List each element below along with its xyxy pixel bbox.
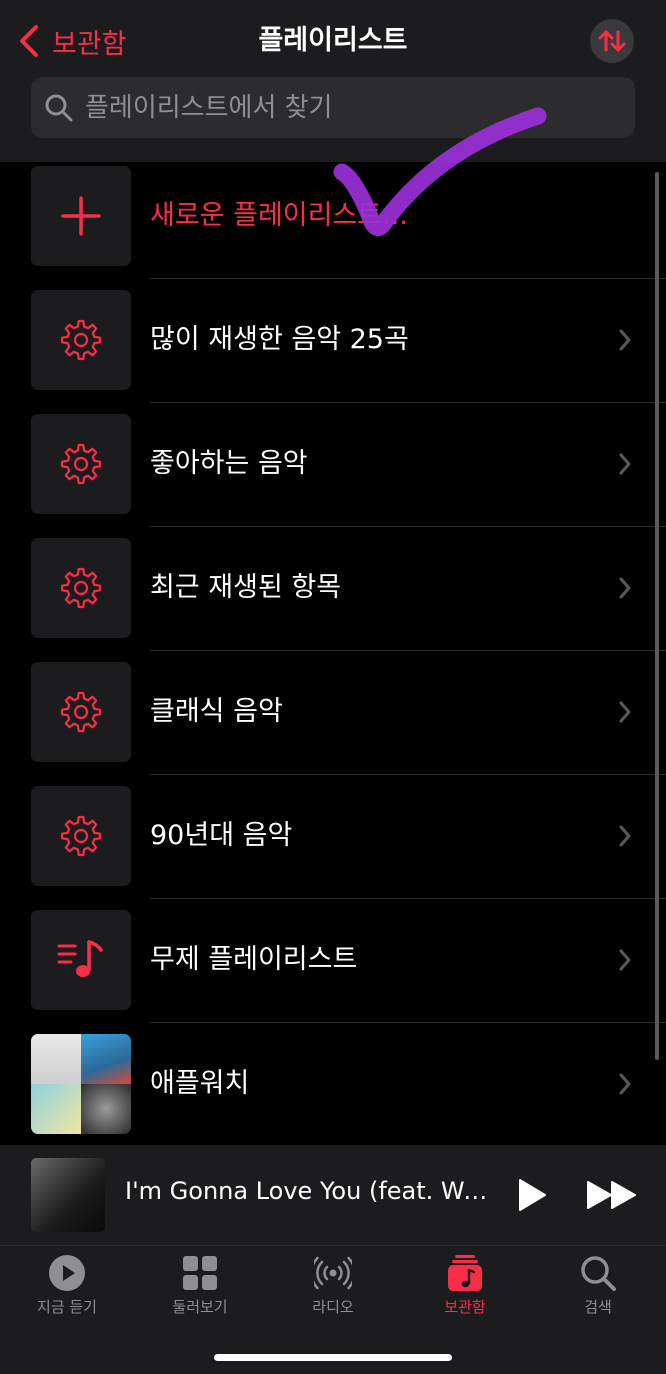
divider	[150, 898, 666, 899]
divider	[150, 650, 666, 651]
album-mosaic-thumb	[31, 1034, 131, 1134]
gear-icon	[60, 567, 102, 609]
tab-search[interactable]: 검색	[543, 1254, 653, 1317]
music-list-icon	[57, 940, 103, 977]
list-item[interactable]: 최근 재생된 항목	[0, 536, 666, 660]
playlist-thumb	[31, 910, 131, 1010]
chevron-right-icon	[619, 453, 631, 475]
nav-header: 보관함 플레이리스트	[0, 0, 666, 162]
tab-label: 둘러보기	[172, 1298, 228, 1316]
chevron-right-icon	[619, 825, 631, 847]
list-item[interactable]: 많이 재생한 음악 25곡	[0, 288, 666, 412]
gear-icon	[60, 443, 102, 485]
chevron-right-icon	[619, 329, 631, 351]
search-bar[interactable]	[31, 76, 635, 139]
play-icon[interactable]	[516, 1177, 548, 1213]
mini-player[interactable]: I'm Gonna Love You (feat. Wo...	[0, 1145, 666, 1246]
album-art	[81, 1084, 131, 1134]
album-art	[31, 1084, 81, 1134]
tab-label: 검색	[584, 1298, 612, 1316]
radio-icon	[314, 1256, 352, 1290]
list-item[interactable]: 클래식 음악	[0, 660, 666, 784]
search-input[interactable]	[83, 76, 635, 139]
library-icon	[448, 1255, 482, 1291]
list-item-label: 좋아하는 음악	[150, 448, 308, 479]
chevron-right-icon	[619, 1073, 631, 1095]
smart-playlist-thumb	[31, 414, 131, 514]
smart-playlist-thumb	[31, 662, 131, 762]
divider	[150, 1022, 666, 1023]
smart-playlist-thumb	[31, 538, 131, 638]
divider	[150, 278, 666, 279]
smart-playlist-thumb	[31, 290, 131, 390]
list-item[interactable]: 애플워치	[0, 1032, 666, 1145]
list-item-label: 새로운 플레이리스트...	[150, 200, 408, 231]
search-icon	[581, 1256, 616, 1291]
chevron-right-icon	[619, 701, 631, 723]
sort-arrows-icon	[598, 30, 626, 52]
now-playing-title: I'm Gonna Love You (feat. Wo...	[125, 1177, 497, 1205]
grid-icon	[183, 1256, 217, 1290]
chevron-right-icon	[619, 577, 631, 599]
gear-icon	[60, 691, 102, 733]
list-item[interactable]: 90년대 음악	[0, 784, 666, 908]
gear-icon	[60, 815, 102, 857]
divider	[150, 402, 666, 403]
sort-button[interactable]	[590, 19, 634, 63]
list-item-label: 클래식 음악	[150, 696, 283, 727]
tab-browse[interactable]: 둘러보기	[145, 1254, 255, 1317]
list-item[interactable]: 무제 플레이리스트	[0, 908, 666, 1032]
gear-icon	[60, 319, 102, 361]
plus-icon	[61, 196, 101, 236]
list-item-label: 최근 재생된 항목	[150, 572, 342, 603]
list-item-label: 많이 재생한 음악 25곡	[150, 324, 409, 355]
tab-listen-now[interactable]: 지금 듣기	[12, 1254, 122, 1317]
list-item[interactable]: 좋아하는 음악	[0, 412, 666, 536]
tab-library[interactable]: 보관함	[410, 1254, 520, 1317]
scrollbar[interactable]	[655, 172, 659, 1060]
album-art	[81, 1034, 131, 1084]
album-art	[31, 1034, 81, 1084]
chevron-right-icon	[619, 949, 631, 971]
divider	[150, 526, 666, 527]
new-playlist-thumb	[31, 166, 131, 266]
tab-label: 지금 듣기	[37, 1298, 97, 1316]
search-icon	[45, 94, 73, 121]
album-mosaic	[31, 1034, 131, 1134]
play-circle-icon	[49, 1255, 85, 1291]
divider	[150, 774, 666, 775]
tab-label: 라디오	[312, 1298, 354, 1316]
list-item-label: 애플워치	[150, 1068, 250, 1099]
page-title: 플레이리스트	[258, 25, 408, 56]
list-item-label: 무제 플레이리스트	[150, 944, 358, 975]
now-playing-artwork	[31, 1158, 105, 1232]
new-playlist-row[interactable]: 새로운 플레이리스트...	[0, 164, 666, 288]
smart-playlist-thumb	[31, 786, 131, 886]
playlist-list: 새로운 플레이리스트... 많이 재생한 음악 25곡 좋아하는 음악 최근 재…	[0, 162, 666, 1145]
fast-forward-icon[interactable]	[586, 1179, 638, 1211]
tab-radio[interactable]: 라디오	[278, 1254, 388, 1317]
home-indicator[interactable]	[214, 1354, 452, 1361]
tab-label: 보관함	[444, 1298, 486, 1316]
list-item-label: 90년대 음악	[150, 820, 293, 851]
